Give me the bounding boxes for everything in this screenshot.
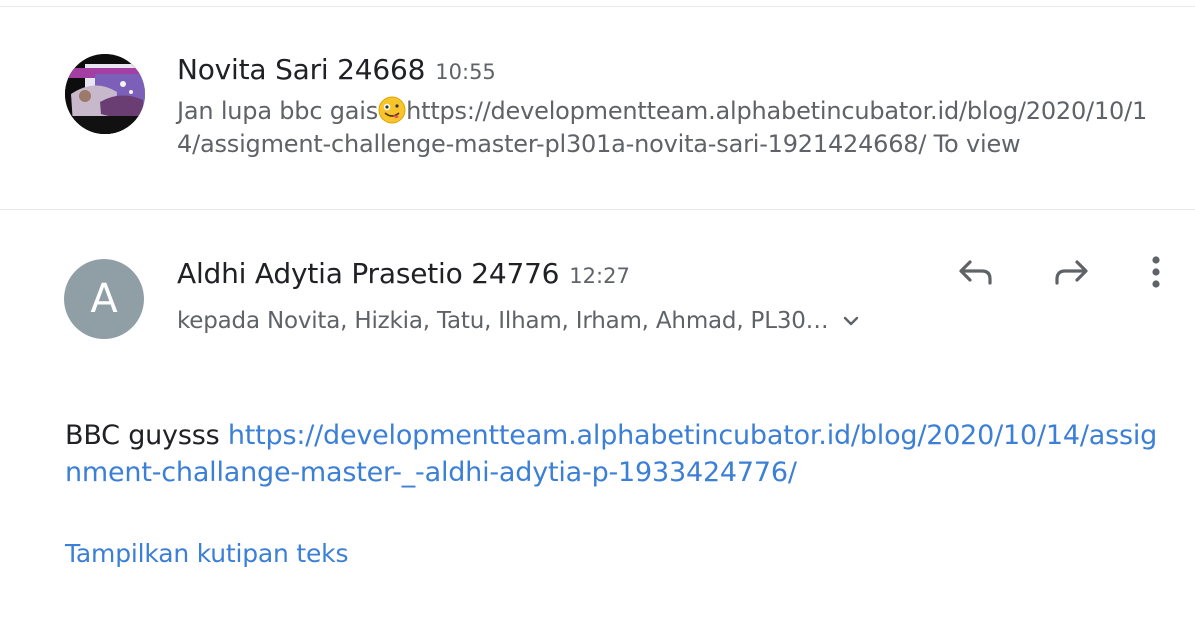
zany-face-emoji-icon: [378, 96, 406, 124]
message-snippet: Jan lupa bbc gais https://developmentteam…: [177, 95, 1157, 161]
recipients-text: kepada Novita, Hizkia, Tatu, Ilham, Irha…: [177, 308, 829, 334]
sender-name: Aldhi Adytia Prasetio 24776: [177, 257, 560, 290]
forward-button[interactable]: [1047, 250, 1095, 298]
message-time: 10:55: [435, 60, 496, 84]
forward-icon: [1051, 256, 1091, 292]
message-time: 12:27: [569, 264, 630, 288]
avatar-photo: [65, 54, 145, 134]
message-header: Novita Sari 24668 10:55: [177, 53, 496, 91]
sender-name: Novita Sari 24668: [177, 53, 426, 86]
snippet-text: Jan lupa bbc gais: [177, 97, 379, 125]
recipients-toggle[interactable]: kepada Novita, Hizkia, Tatu, Ilham, Irha…: [177, 305, 861, 337]
reply-icon: [956, 256, 996, 292]
message-divider: [0, 209, 1195, 210]
reply-button[interactable]: [952, 250, 1000, 298]
top-divider: [0, 6, 1195, 7]
chevron-down-icon: [841, 308, 861, 328]
avatar: [65, 54, 145, 134]
avatar-letter: A: [64, 259, 144, 339]
more-vert-icon: [1150, 254, 1162, 294]
body-link[interactable]: https://developmentteam.alphabetincubato…: [65, 420, 1157, 488]
more-options-button[interactable]: [1132, 250, 1180, 298]
message-body: BBC guysss https://developmentteam.alpha…: [65, 417, 1165, 491]
message-header: Aldhi Adytia Prasetio 24776 12:27: [177, 257, 630, 295]
show-quoted-text-link[interactable]: Tampilkan kutipan teks: [65, 537, 348, 571]
body-text: BBC guysss: [65, 420, 228, 451]
